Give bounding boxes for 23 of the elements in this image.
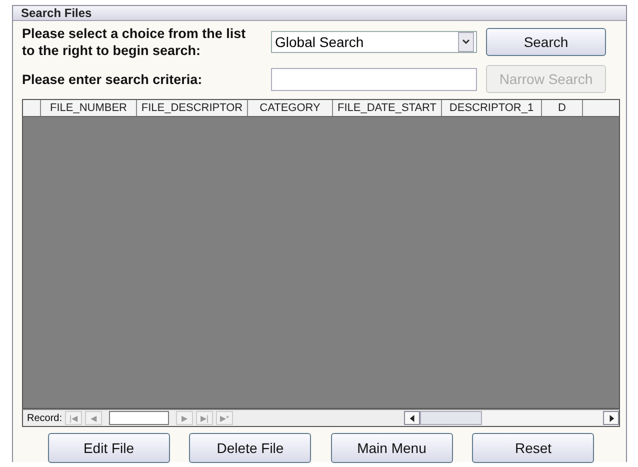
criteria-label: Please enter search criteria: bbox=[22, 70, 204, 88]
criteria-field[interactable] bbox=[271, 68, 477, 90]
column-header[interactable]: FILE_DESCRIPTOR bbox=[137, 100, 248, 116]
column-header[interactable]: CATEGORY bbox=[248, 100, 333, 116]
window-title: Search Files bbox=[13, 6, 626, 21]
column-header[interactable]: D bbox=[542, 100, 583, 116]
caret-icon bbox=[458, 32, 474, 52]
scroll-right-icon[interactable] bbox=[603, 411, 619, 425]
column-header[interactable]: FILE_NUMBER bbox=[41, 100, 137, 116]
scroll-thumb[interactable] bbox=[420, 411, 482, 425]
action-button[interactable]: Main Menu bbox=[330, 433, 453, 463]
record-field[interactable] bbox=[109, 411, 170, 425]
search-button[interactable]: Search bbox=[486, 28, 606, 56]
action-button[interactable]: Delete File bbox=[189, 433, 312, 463]
search-type-dropdown[interactable]: Global Search bbox=[271, 31, 477, 53]
horizontal-scrollbar[interactable] bbox=[404, 411, 619, 425]
scroll-left-icon[interactable] bbox=[404, 411, 420, 425]
action-button[interactable]: Edit File bbox=[48, 433, 170, 463]
record-label: Record: bbox=[27, 412, 62, 424]
column-header[interactable]: DESCRIPTOR_1 bbox=[442, 100, 542, 116]
action-button[interactable]: Reset bbox=[472, 433, 594, 463]
search-prompt: Please select a choice from the list to the right to begin search: bbox=[22, 25, 247, 59]
column-header[interactable]: FILE_DATE_START bbox=[333, 100, 442, 116]
